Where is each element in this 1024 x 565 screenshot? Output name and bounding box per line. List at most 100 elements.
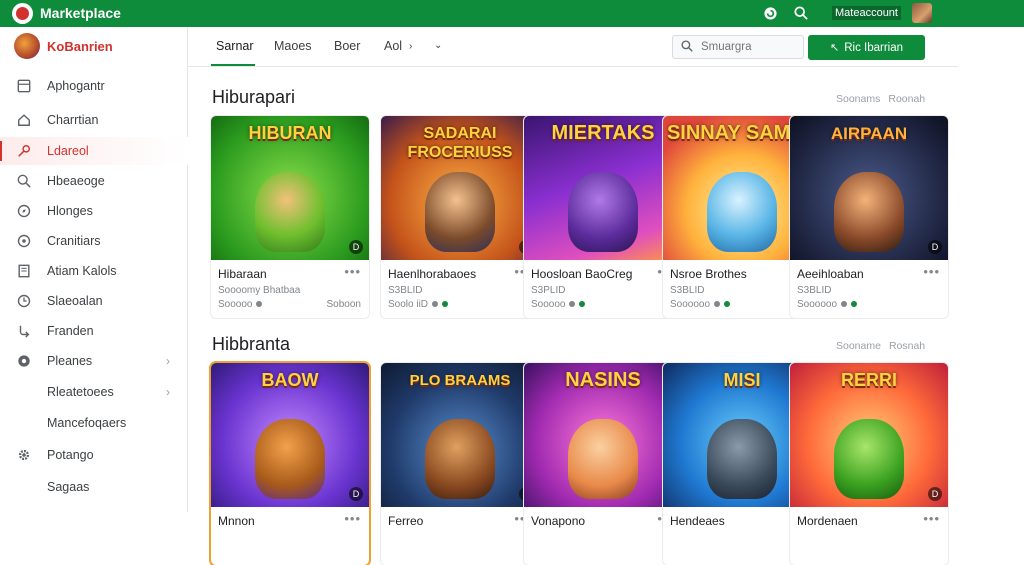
tab-aol[interactable]: Aol	[384, 39, 402, 53]
compass-icon	[16, 203, 32, 219]
section-link[interactable]: Soonams	[836, 93, 880, 105]
apps-icon	[16, 78, 32, 94]
sidebar-item-label: Slaeoalan	[47, 294, 103, 308]
sidebar: KoBanrien Aphogantr Charrtian Ldareol Hbeae…	[0, 27, 188, 512]
game-name[interactable]: Haenlhorabaoes	[388, 267, 476, 281]
game-name[interactable]: Nsroe Brothes	[670, 267, 747, 281]
tab-maoes[interactable]: Maoes	[274, 39, 312, 53]
game-card[interactable]: SADARAI FROCERIUSSDHaenlhorabaoes•••S3BL…	[381, 116, 539, 318]
chevron-right-icon: ›	[166, 385, 170, 399]
account-label[interactable]: Mateaccount	[832, 6, 901, 20]
chevron-down-icon[interactable]: ⌄	[434, 40, 442, 51]
document-icon	[16, 263, 32, 279]
more-options-icon[interactable]: •••	[344, 264, 361, 279]
game-name[interactable]: Aeeihloaban	[797, 267, 864, 281]
search-box[interactable]	[672, 35, 804, 59]
game-name[interactable]: Mordenaen	[797, 514, 858, 528]
game-name[interactable]: Mnnon	[218, 514, 255, 528]
game-meta-secondary: Soooooo	[670, 299, 731, 310]
sidebar-item-4[interactable]: Hbeaeoge	[0, 167, 188, 195]
sidebar-item-12[interactable]: Mancefoqaers	[0, 409, 188, 437]
game-art-title: PLO BRAAMS	[409, 372, 511, 389]
game-thumbnail[interactable]: RERRI D	[790, 363, 948, 507]
sidebar-item-1[interactable]: Aphogantr	[0, 72, 188, 100]
game-meta-secondary-text: Soooooo	[670, 299, 711, 310]
game-thumbnail[interactable]: HIBURAN D	[211, 116, 369, 260]
status-dot	[841, 301, 848, 308]
game-card[interactable]: HIBURAN D Hibaraan ••• Soooomy Bhatbaa Sooooo…	[211, 116, 369, 318]
game-art-title: AIRPAAN	[830, 124, 908, 143]
sidebar-item-label: Cranitiars	[47, 234, 101, 248]
game-character-art	[568, 419, 638, 499]
platform-badge-icon: D	[928, 487, 942, 501]
avatar[interactable]	[912, 3, 932, 23]
status-dot	[432, 301, 439, 308]
game-name[interactable]: Hoosloan BaoCreg	[531, 267, 632, 281]
home-icon	[16, 112, 32, 128]
tab-boer[interactable]: Boer	[334, 39, 360, 53]
game-card[interactable]: MIERTAKSDHoosloan BaoCreg•••S3PLIDSooooo	[524, 116, 682, 318]
game-meta-secondary: Soolo iiD	[388, 299, 449, 310]
game-name[interactable]: Vonapono	[531, 514, 585, 528]
game-meta-text: S3BLID	[797, 285, 832, 296]
card-body: Ferreo •••	[381, 507, 539, 565]
more-options-icon[interactable]: •••	[923, 511, 940, 526]
sidebar-item-3[interactable]: Ldareol	[0, 137, 188, 165]
globe-icon	[16, 233, 32, 249]
sidebar-item-10[interactable]: Pleanes ›	[0, 347, 188, 375]
game-thumbnail[interactable]: NASINSD	[524, 363, 682, 507]
game-meta: S3PLID	[531, 285, 565, 296]
game-card[interactable]: AIRPAAN D Aeeihloaban ••• S3BLID Soooooo	[790, 116, 948, 318]
status-dot	[442, 301, 449, 308]
gear-icon	[16, 447, 32, 463]
sidebar-item-13[interactable]: Potango	[0, 441, 188, 469]
search-input[interactable]	[701, 39, 797, 55]
section-link[interactable]: Rosnah	[889, 340, 925, 352]
section-title: Hibbranta	[212, 334, 291, 354]
game-thumbnail[interactable]: PLO BRAAMSD	[381, 363, 539, 507]
sidebar-item-2[interactable]: Charrtian	[0, 106, 188, 134]
game-thumbnail[interactable]: MIERTAKSD	[524, 116, 682, 260]
game-thumbnail[interactable]: BAOW D	[211, 363, 369, 507]
logo-icon[interactable]	[12, 3, 33, 24]
game-meta-secondary-text: Soolo iiD	[388, 299, 429, 310]
sidebar-item-14[interactable]: Sagaas	[0, 473, 188, 501]
sidebar-item-7[interactable]: Atiam Kalols	[0, 257, 188, 285]
sidebar-item-11[interactable]: Rleatetoees ›	[0, 378, 188, 406]
game-thumbnail[interactable]: AIRPAAN D	[790, 116, 948, 260]
game-character-art	[425, 172, 495, 252]
refresh-icon[interactable]	[762, 5, 778, 21]
chevron-right-icon[interactable]: ›	[409, 41, 412, 52]
sidebar-item-label: Charrtian	[47, 113, 99, 127]
game-name[interactable]: Hibaraan	[218, 267, 267, 281]
sidebar-item-label: Potango	[47, 448, 94, 462]
game-card[interactable]: RERRI D Mordenaen •••	[790, 363, 948, 565]
game-name[interactable]: Hendeaes	[670, 514, 725, 528]
game-art-title: MIERTAKS	[551, 122, 655, 144]
sidebar-item-6[interactable]: Cranitiars	[0, 227, 188, 255]
game-card[interactable]: BAOW D Mnnon •••	[211, 363, 369, 565]
tab-sarnar[interactable]: Sarnar	[216, 39, 254, 53]
game-meta-secondary: Sooooo	[218, 299, 263, 310]
more-options-icon[interactable]: •••	[923, 264, 940, 279]
sidebar-item-8[interactable]: Slaeoalan	[0, 287, 188, 315]
section-link[interactable]: Sooname	[836, 340, 881, 352]
primary-action-button[interactable]: ↖ Ric Ibarrian	[808, 35, 925, 60]
more-options-icon[interactable]: •••	[344, 511, 361, 526]
sidebar-item-label: Rleatetoees	[47, 385, 114, 399]
game-card[interactable]: NASINSDVonapono•••	[524, 363, 682, 565]
status-dot	[724, 301, 731, 308]
profile[interactable]: KoBanrien	[14, 33, 113, 59]
section-link[interactable]: Roonah	[888, 93, 925, 105]
game-name[interactable]: Ferreo	[388, 514, 423, 528]
chevron-right-icon: ›	[166, 354, 170, 368]
key-icon	[16, 143, 32, 159]
sidebar-item-9[interactable]: Franden	[0, 317, 188, 345]
game-thumbnail[interactable]: SADARAI FROCERIUSSD	[381, 116, 539, 260]
game-card[interactable]: PLO BRAAMSDFerreo•••	[381, 363, 539, 565]
sidebar-item-5[interactable]: Hlonges	[0, 197, 188, 225]
game-meta: Soooomy Bhatbaa	[218, 285, 300, 296]
clock-icon	[16, 293, 32, 309]
search-icon[interactable]	[793, 5, 809, 21]
main-content: Sarnar Maoes Boer Aol › ⌄ ↖ Ric Ibarrian…	[188, 27, 1024, 565]
